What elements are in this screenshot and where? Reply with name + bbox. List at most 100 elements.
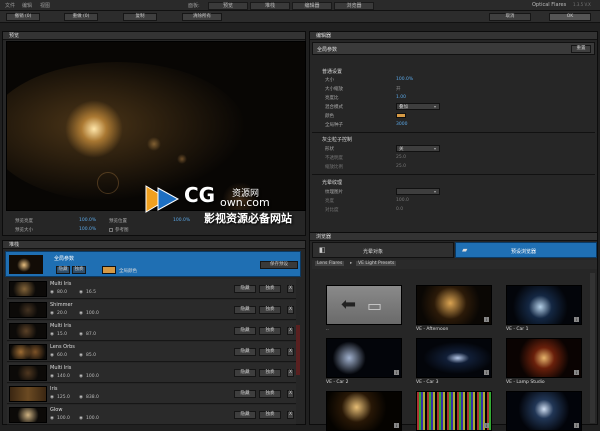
- stack-row[interactable]: Glow ◉ 100.0 ◉ 100.0 隐藏 独奏 X: [7, 405, 296, 425]
- preset-tile[interactable]: i: [326, 391, 402, 431]
- reference-checkbox[interactable]: 参考图: [109, 227, 129, 233]
- preview-size-value[interactable]: 100.0%: [79, 227, 96, 232]
- tab-flare-objects[interactable]: ◧ 光晕对象: [312, 242, 454, 258]
- hide-button[interactable]: 隐藏: [234, 411, 256, 419]
- prop-scale-value[interactable]: 开: [396, 86, 401, 92]
- eye-icon[interactable]: ◉: [50, 395, 54, 400]
- delete-button[interactable]: X: [287, 369, 294, 377]
- reset-button[interactable]: 重置: [571, 45, 591, 53]
- sun-icon[interactable]: ◉: [79, 374, 83, 379]
- tab-preset-browser[interactable]: ▰ 预设浏览器: [455, 242, 597, 258]
- hide-button[interactable]: 隐藏: [234, 348, 256, 356]
- delete-button[interactable]: X: [287, 327, 294, 335]
- delete-button[interactable]: X: [287, 390, 294, 398]
- eye-icon[interactable]: ◉: [50, 374, 54, 379]
- info-icon[interactable]: i: [574, 423, 579, 428]
- sun-icon[interactable]: ◉: [79, 332, 83, 337]
- preset-tile[interactable]: i: [416, 338, 492, 378]
- tab-stack[interactable]: 堆栈: [250, 2, 290, 10]
- prop-opacity-value[interactable]: 25.0: [396, 155, 406, 160]
- info-icon[interactable]: i: [484, 370, 489, 375]
- eye-icon[interactable]: ◉: [50, 290, 54, 295]
- solo-button[interactable]: 独奏: [259, 369, 281, 377]
- cancel-button[interactable]: 取消: [489, 13, 531, 21]
- stack-row[interactable]: Lens Orbs ◉ 60.0 ◉ 85.0 隐藏 独奏 X: [7, 342, 296, 362]
- sun-icon[interactable]: ◉: [79, 416, 83, 421]
- global-color-swatch[interactable]: [102, 266, 116, 274]
- preset-tile[interactable]: i: [506, 391, 582, 431]
- blend-mode-select[interactable]: 叠加 ▾: [396, 103, 440, 110]
- clear-all-button[interactable]: 清除所有: [182, 13, 222, 21]
- preset-tile[interactable]: i: [416, 391, 492, 431]
- layer-value-2[interactable]: 16.5: [86, 290, 96, 295]
- preset-tile[interactable]: i: [506, 338, 582, 378]
- prop-seed-value[interactable]: 3000: [396, 122, 407, 127]
- preset-tile[interactable]: i: [416, 285, 492, 325]
- stack-row[interactable]: Multi Iris ◉ 80.0 ◉ 16.5 隐藏 独奏 X: [7, 279, 296, 299]
- preset-tile[interactable]: i: [326, 338, 402, 378]
- stack-row[interactable]: Iris ◉ 125.0 ◉ 838.0 隐藏 独奏 X: [7, 384, 296, 404]
- layer-value-1[interactable]: 80.0: [57, 290, 67, 295]
- tab-browser[interactable]: 浏览器: [334, 2, 374, 10]
- solo-button[interactable]: 独奏: [259, 390, 281, 398]
- layer-value-1[interactable]: 125.0: [57, 395, 70, 400]
- solo-button[interactable]: 独奏: [259, 411, 281, 419]
- layer-value-2[interactable]: 100.0: [86, 416, 99, 421]
- hide-button[interactable]: 隐藏: [234, 390, 256, 398]
- global-hide-button[interactable]: 隐藏: [56, 266, 70, 274]
- ok-button[interactable]: OK: [549, 13, 591, 21]
- eye-icon[interactable]: ◉: [50, 353, 54, 358]
- sun-icon[interactable]: ◉: [79, 290, 83, 295]
- sun-icon[interactable]: ◉: [79, 311, 83, 316]
- eye-icon[interactable]: ◉: [50, 332, 54, 337]
- eye-icon[interactable]: ◉: [50, 311, 54, 316]
- parent-folder-tile[interactable]: ⬅ ▭: [326, 285, 402, 325]
- layer-value-2[interactable]: 87.0: [86, 332, 96, 337]
- prop-brightness-value[interactable]: 1.00: [396, 95, 406, 100]
- delete-button[interactable]: X: [287, 306, 294, 314]
- delete-button[interactable]: X: [287, 285, 294, 293]
- layer-value-2[interactable]: 838.0: [86, 395, 99, 400]
- copy-button[interactable]: 复制: [123, 13, 157, 21]
- color-swatch[interactable]: [396, 113, 406, 118]
- sun-icon[interactable]: ◉: [79, 353, 83, 358]
- menu-edit[interactable]: 编辑: [22, 2, 32, 9]
- hide-button[interactable]: 隐藏: [234, 369, 256, 377]
- eye-icon[interactable]: ◉: [50, 416, 54, 421]
- menu-view[interactable]: 视图: [40, 2, 50, 9]
- tab-editor[interactable]: 编辑器: [292, 2, 332, 10]
- stack-global-row[interactable]: 全局参数 隐藏 独奏 全局颜色 保存预设: [5, 251, 301, 277]
- global-solo-button[interactable]: 独奏: [72, 266, 86, 274]
- layer-value-2[interactable]: 100.0: [86, 311, 99, 316]
- info-icon[interactable]: i: [574, 370, 579, 375]
- browser-scrollbar[interactable]: [590, 273, 595, 423]
- sun-icon[interactable]: ◉: [79, 395, 83, 400]
- stack-scrollbar[interactable]: [296, 325, 300, 375]
- stack-row[interactable]: Shimmer ◉ 20.0 ◉ 100.0 隐藏 独奏 X: [7, 300, 296, 320]
- tab-preview[interactable]: 预览: [208, 2, 248, 10]
- texture-select[interactable]: ▾: [396, 188, 440, 195]
- hide-button[interactable]: 隐藏: [234, 306, 256, 314]
- delete-button[interactable]: X: [287, 411, 294, 419]
- info-icon[interactable]: i: [484, 317, 489, 322]
- info-icon[interactable]: i: [484, 423, 489, 428]
- solo-button[interactable]: 独奏: [259, 348, 281, 356]
- breadcrumb-item[interactable]: Lens Flares: [315, 261, 345, 266]
- info-icon[interactable]: i: [394, 370, 399, 375]
- prop-size-value[interactable]: 100.0%: [396, 77, 413, 82]
- layer-value-1[interactable]: 140.0: [57, 374, 70, 379]
- info-icon[interactable]: i: [394, 423, 399, 428]
- solo-button[interactable]: 独奏: [259, 306, 281, 314]
- layer-value-1[interactable]: 20.0: [57, 311, 67, 316]
- checkbox-icon[interactable]: [109, 227, 113, 232]
- breadcrumb-item[interactable]: VE Light Presets: [356, 261, 397, 266]
- prop-scale2-value[interactable]: 25.0: [396, 164, 406, 169]
- save-preset-button[interactable]: 保存预设: [260, 261, 298, 269]
- preview-position-value[interactable]: 100.0%: [173, 218, 190, 223]
- delete-button[interactable]: X: [287, 348, 294, 356]
- layer-value-1[interactable]: 15.0: [57, 332, 67, 337]
- info-icon[interactable]: i: [574, 317, 579, 322]
- undo-button[interactable]: 撤销 (0): [6, 13, 40, 21]
- prop-contrast-value[interactable]: 0.0: [396, 207, 403, 212]
- layer-value-2[interactable]: 85.0: [86, 353, 96, 358]
